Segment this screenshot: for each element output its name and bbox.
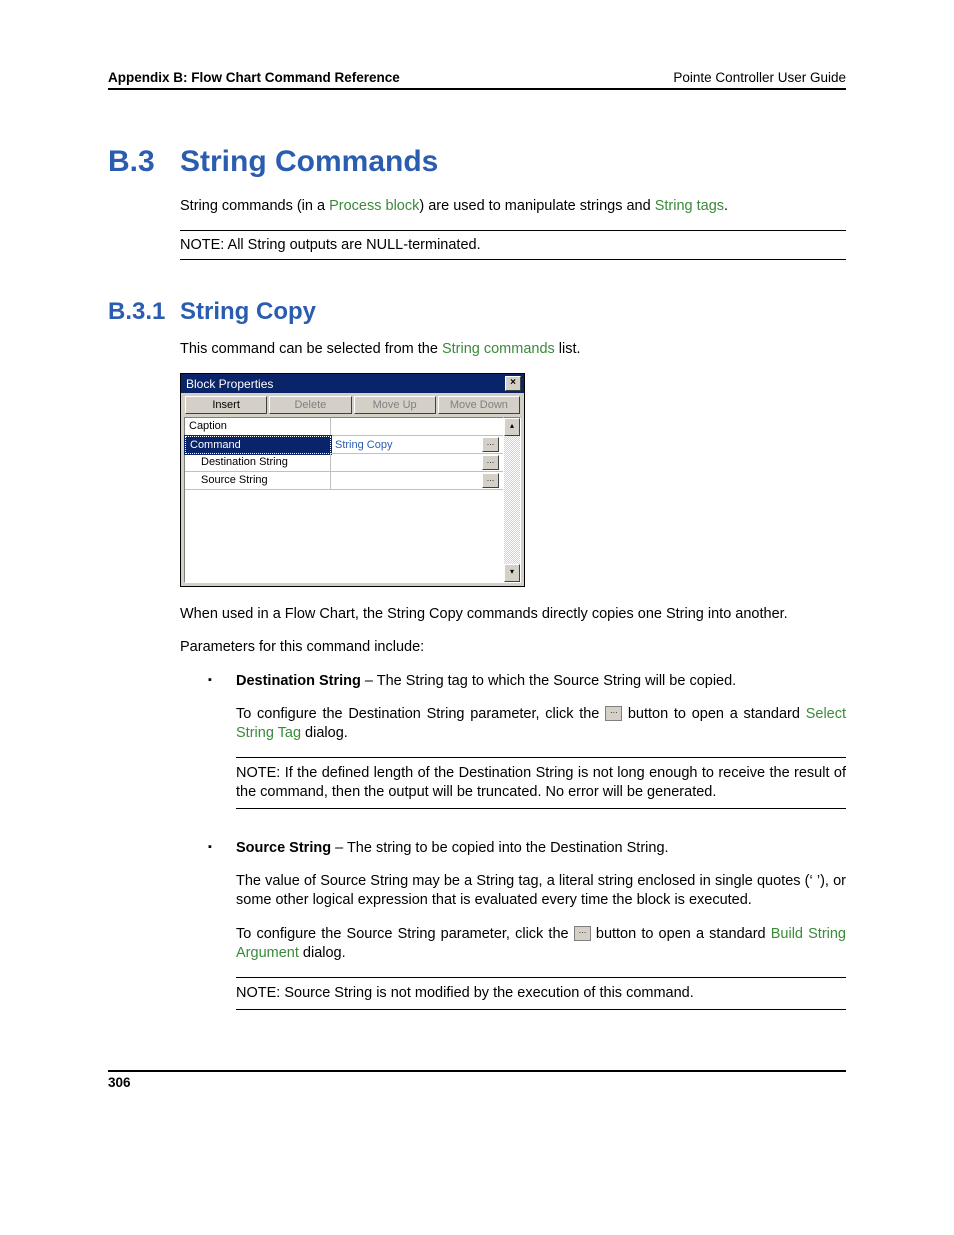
after-dialog-p1: When used in a Flow Chart, the String Co… <box>180 605 846 624</box>
page-header: Appendix B: Flow Chart Command Reference… <box>108 70 846 90</box>
grid-row-destination[interactable]: Destination String … <box>185 454 503 472</box>
section-note: NOTE: All String outputs are NULL-termin… <box>180 230 846 260</box>
ellipsis-icon[interactable] <box>574 926 591 941</box>
grid-row-command[interactable]: Command String Copy… <box>185 436 503 454</box>
ellipsis-icon[interactable]: … <box>482 437 499 452</box>
param-name: Destination String <box>236 673 361 689</box>
ellipsis-icon[interactable]: … <box>482 455 499 470</box>
delete-button: Delete <box>269 396 351 414</box>
param-source-string: Source String – The string to be copied … <box>208 839 846 1010</box>
scroll-track[interactable] <box>504 436 520 564</box>
grid-value-caption[interactable] <box>331 418 503 436</box>
subsection-title: String Copy <box>180 298 316 326</box>
grid-label-source: Source String <box>185 472 331 490</box>
param-source-note: NOTE: Source String is not modified by t… <box>236 977 846 1010</box>
subsection-intro: This command can be selected from the St… <box>180 340 846 359</box>
grid-value-command[interactable]: String Copy… <box>331 436 503 454</box>
grid-label-command: Command <box>185 436 331 454</box>
subsection-number: B.3.1 <box>108 298 180 326</box>
after-dialog-p2: Parameters for this command include: <box>180 638 846 657</box>
param-dest-note: NOTE: If the defined length of the Desti… <box>236 757 846 809</box>
dialog-title: Block Properties <box>186 377 273 391</box>
header-right: Pointe Controller User Guide <box>673 70 846 85</box>
section-number: B.3 <box>108 145 180 179</box>
ellipsis-icon[interactable] <box>605 706 622 721</box>
scrollbar[interactable]: ▴ ▾ <box>504 417 521 583</box>
grid-row-source[interactable]: Source String … <box>185 472 503 490</box>
param-destination-string: Destination String – The String tag to w… <box>208 672 846 810</box>
header-left: Appendix B: Flow Chart Command Reference <box>108 70 400 85</box>
section-title: String Commands <box>180 145 438 179</box>
ellipsis-icon[interactable]: … <box>482 473 499 488</box>
param-name: Source String <box>236 840 331 856</box>
move-up-button: Move Up <box>354 396 436 414</box>
dialog-button-row: Insert Delete Move Up Move Down <box>181 393 524 415</box>
link-string-tags[interactable]: String tags <box>655 198 724 214</box>
grid-row-caption[interactable]: Caption <box>185 418 503 436</box>
link-process-block[interactable]: Process block <box>329 198 419 214</box>
grid-empty-area <box>185 490 503 582</box>
close-icon[interactable]: × <box>505 376 521 391</box>
insert-button[interactable]: Insert <box>185 396 267 414</box>
page-number: 306 <box>108 1075 131 1090</box>
block-properties-dialog: Block Properties × Insert Delete Move Up… <box>180 373 525 587</box>
section-intro: String commands (in a Process block) are… <box>180 197 846 216</box>
link-string-commands[interactable]: String commands <box>442 341 555 357</box>
grid-label-destination: Destination String <box>185 454 331 472</box>
grid-value-destination[interactable]: … <box>331 454 503 472</box>
grid-label-caption: Caption <box>185 418 331 436</box>
scroll-up-icon[interactable]: ▴ <box>504 418 520 436</box>
dialog-grid: Caption Command String Copy… Destination… <box>184 417 521 583</box>
grid-value-source[interactable]: … <box>331 472 503 490</box>
section-heading: B.3 String Commands <box>108 145 846 179</box>
page-footer: 306 <box>108 1070 846 1090</box>
subsection-heading: B.3.1 String Copy <box>108 298 846 326</box>
dialog-titlebar: Block Properties × <box>181 374 524 393</box>
move-down-button: Move Down <box>438 396 520 414</box>
scroll-down-icon[interactable]: ▾ <box>504 564 520 582</box>
